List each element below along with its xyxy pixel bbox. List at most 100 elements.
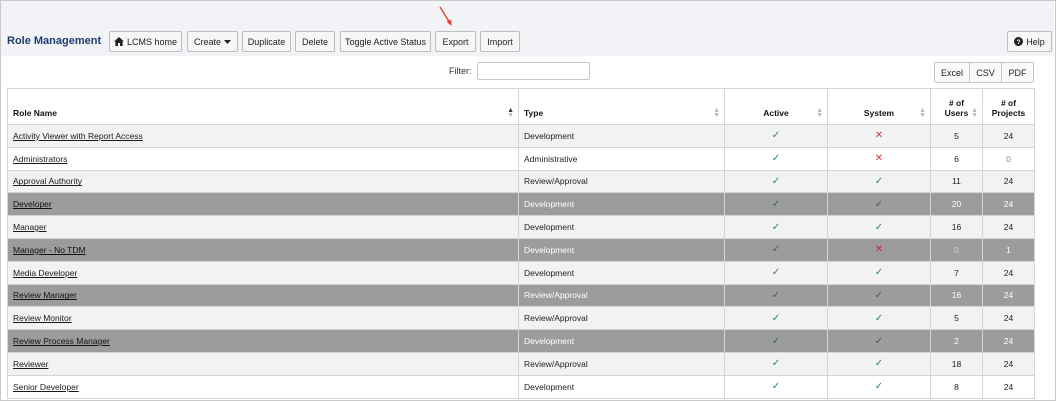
role-name-link[interactable]: Administrators bbox=[13, 154, 67, 164]
excel-button[interactable]: Excel bbox=[934, 62, 970, 83]
role-name-cell: Approval Authority bbox=[7, 169, 519, 194]
table-row[interactable]: Senior Developer Development ✓ ✓ 8 24 bbox=[7, 374, 1035, 399]
check-icon: ✓ bbox=[874, 198, 884, 210]
projects-count-cell: 24 bbox=[982, 329, 1035, 353]
role-name-link[interactable]: Reviewer bbox=[13, 359, 48, 369]
active-cell: ✓ bbox=[724, 283, 828, 308]
role-name-link[interactable]: Manager bbox=[13, 222, 47, 232]
lcms-home-button[interactable]: LCMS home bbox=[109, 31, 182, 52]
create-label: Create bbox=[193, 36, 221, 47]
role-name-link[interactable]: Developer bbox=[13, 199, 52, 209]
roles-table: Role Name ▲ ▼ Type ▲ ▼ Active ▲ ▼ System ▲ ▼… bbox=[7, 88, 1035, 399]
active-cell: ✓ bbox=[724, 329, 828, 353]
filter-input[interactable] bbox=[477, 62, 590, 80]
users-count-cell: 6 bbox=[930, 146, 983, 171]
table-row[interactable]: Approval Authority Review/Approval ✓ ✓ 11 24 bbox=[7, 169, 1035, 194]
check-icon: ✓ bbox=[874, 312, 884, 324]
active-cell: ✓ bbox=[724, 192, 828, 217]
duplicate-button[interactable]: Duplicate bbox=[242, 31, 291, 52]
role-name-link[interactable]: Manager - No TDM bbox=[13, 245, 86, 255]
column-header-users[interactable]: # of Users ▲ ▼ bbox=[930, 88, 983, 125]
check-icon: ✓ bbox=[771, 244, 781, 256]
table-row[interactable]: Review Monitor Review/Approval ✓ ✓ 5 24 bbox=[7, 306, 1035, 331]
projects-count-cell: 24 bbox=[982, 283, 1035, 308]
column-header-role-name[interactable]: Role Name ▲ ▼ bbox=[7, 88, 519, 125]
role-name-cell: Media Developer bbox=[7, 260, 519, 285]
pdf-label: PDF bbox=[1008, 67, 1027, 78]
users-count-cell: 16 bbox=[930, 215, 983, 239]
column-header-projects[interactable]: # of Projects bbox=[982, 88, 1035, 125]
check-icon: ✓ bbox=[771, 312, 781, 324]
role-name-link[interactable]: Review Process Manager bbox=[13, 336, 110, 346]
check-icon: ✓ bbox=[771, 381, 781, 393]
system-cell: ✕ bbox=[827, 146, 931, 171]
svg-text:?: ? bbox=[1017, 39, 1021, 46]
projects-count-cell: 24 bbox=[982, 169, 1035, 194]
table-row[interactable]: Review Process Manager Development ✓ ✓ 2 24 bbox=[7, 329, 1035, 353]
sort-icon: ▲ ▼ bbox=[507, 107, 514, 119]
users-count-cell: 5 bbox=[930, 306, 983, 331]
help-button[interactable]: ? Help bbox=[1007, 31, 1052, 52]
check-icon: ✓ bbox=[874, 289, 884, 301]
column-label-system: System bbox=[863, 108, 895, 118]
table-row[interactable]: Administrators Administrative ✓ ✕ 6 0 bbox=[7, 146, 1035, 171]
system-cell: ✓ bbox=[827, 283, 931, 308]
users-count-cell: 16 bbox=[930, 283, 983, 308]
pdf-button[interactable]: PDF bbox=[1001, 62, 1034, 83]
create-button[interactable]: Create bbox=[187, 31, 238, 52]
import-button[interactable]: Import bbox=[480, 31, 520, 52]
check-icon: ✓ bbox=[874, 381, 884, 393]
active-cell: ✓ bbox=[724, 374, 828, 399]
table-row[interactable]: Manager - No TDM Development ✓ ✕ 0 1 bbox=[7, 237, 1035, 262]
table-row[interactable]: Review Manager Review/Approval ✓ ✓ 16 24 bbox=[7, 283, 1035, 308]
role-name-link[interactable]: Activity Viewer with Report Access bbox=[13, 131, 143, 141]
role-name-link[interactable]: Review Monitor bbox=[13, 313, 72, 323]
toggle-active-status-button[interactable]: Toggle Active Status bbox=[340, 31, 431, 52]
system-cell: ✓ bbox=[827, 192, 931, 217]
check-icon: ✓ bbox=[874, 175, 884, 187]
role-name-link[interactable]: Approval Authority bbox=[13, 176, 82, 186]
table-row[interactable]: Media Developer Development ✓ ✓ 7 24 bbox=[7, 260, 1035, 285]
active-cell: ✓ bbox=[724, 260, 828, 285]
question-circle-icon: ? bbox=[1014, 37, 1024, 46]
lcms-home-label: LCMS home bbox=[126, 36, 178, 47]
system-cell: ✓ bbox=[827, 329, 931, 353]
system-cell: ✕ bbox=[827, 124, 931, 148]
annotation-arrow-icon bbox=[439, 6, 452, 26]
table-row[interactable]: Activity Viewer with Report Access Develo… bbox=[7, 124, 1035, 148]
delete-button[interactable]: Delete bbox=[295, 31, 335, 52]
role-type-cell: Development bbox=[518, 374, 725, 399]
system-cell: ✓ bbox=[827, 306, 931, 331]
role-name-link[interactable]: Senior Developer bbox=[13, 382, 79, 392]
role-name-cell: Developer bbox=[7, 192, 519, 217]
check-icon: ✓ bbox=[771, 198, 781, 210]
role-type-cell: Development bbox=[518, 329, 725, 353]
check-icon: ✓ bbox=[874, 267, 884, 279]
column-header-active[interactable]: Active ▲ ▼ bbox=[724, 88, 828, 125]
table-row[interactable]: Developer Development ✓ ✓ 20 24 bbox=[7, 192, 1035, 217]
column-header-type[interactable]: Type ▲ ▼ bbox=[518, 88, 725, 125]
projects-count-cell: 24 bbox=[982, 215, 1035, 239]
csv-button[interactable]: CSV bbox=[969, 62, 1002, 83]
projects-count-cell: 24 bbox=[982, 192, 1035, 217]
role-name-cell: Activity Viewer with Report Access bbox=[7, 124, 519, 148]
system-cell: ✓ bbox=[827, 169, 931, 194]
duplicate-label: Duplicate bbox=[247, 36, 286, 47]
cross-icon: ✕ bbox=[874, 153, 884, 165]
table-row[interactable]: Reviewer Review/Approval ✓ ✓ 18 24 bbox=[7, 351, 1035, 376]
column-header-system[interactable]: System ▲ ▼ bbox=[827, 88, 931, 125]
role-name-cell: Review Process Manager bbox=[7, 329, 519, 353]
column-label-users-line1: # of bbox=[948, 98, 965, 108]
column-label-type: Type bbox=[524, 108, 544, 118]
export-button[interactable]: Export bbox=[435, 31, 476, 52]
check-icon: ✓ bbox=[771, 335, 781, 347]
active-cell: ✓ bbox=[724, 146, 828, 171]
table-row[interactable]: Manager Development ✓ ✓ 16 24 bbox=[7, 215, 1035, 239]
role-name-link[interactable]: Review Manager bbox=[13, 290, 77, 300]
page-title: Role Management bbox=[7, 35, 102, 47]
role-name-link[interactable]: Media Developer bbox=[13, 268, 77, 278]
caret-down-icon bbox=[224, 39, 231, 44]
check-icon: ✓ bbox=[771, 153, 781, 165]
projects-count-cell: 24 bbox=[982, 374, 1035, 399]
active-cell: ✓ bbox=[724, 237, 828, 262]
